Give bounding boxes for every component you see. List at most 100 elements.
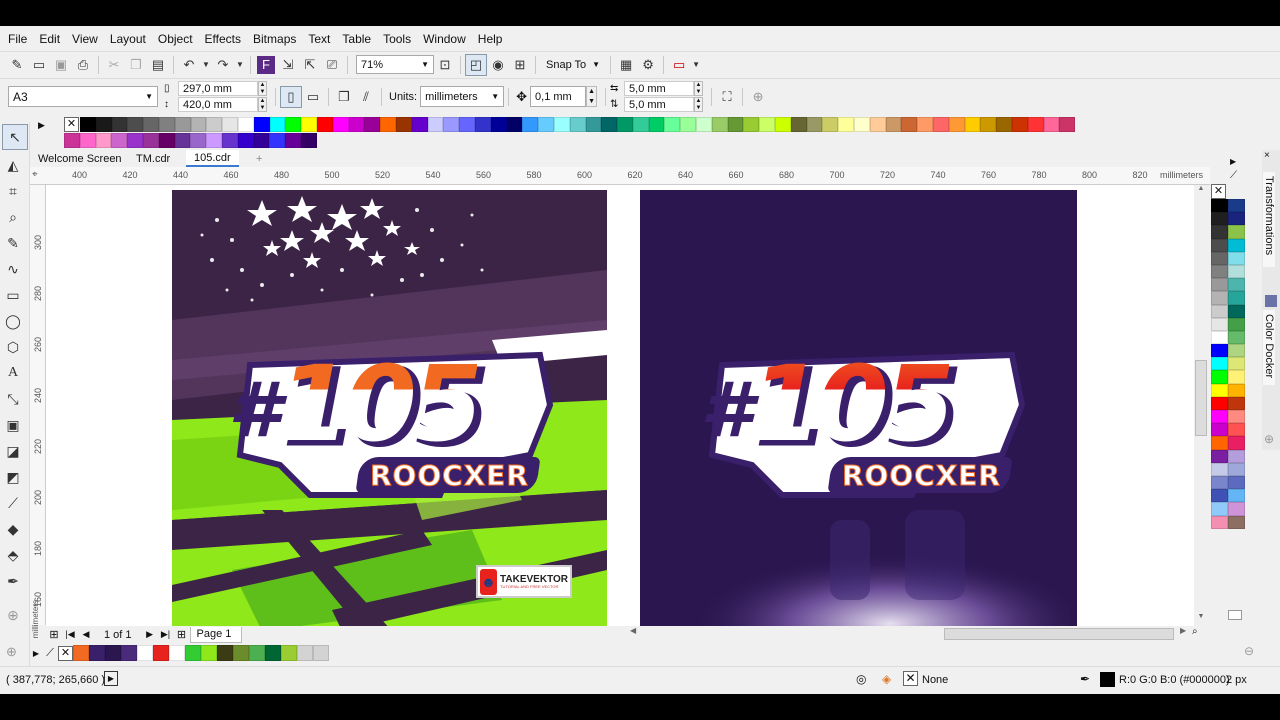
color-swatch[interactable] <box>1228 436 1245 450</box>
color-swatch[interactable] <box>443 117 460 132</box>
color-swatch[interactable] <box>1228 199 1245 213</box>
color-swatch[interactable] <box>1228 462 1245 476</box>
connector-tool-icon[interactable]: ▣ <box>0 412 26 438</box>
undo-icon[interactable]: ↶ <box>178 54 200 76</box>
no-color-swatch[interactable]: ✕ <box>64 117 79 132</box>
color-swatch[interactable] <box>206 117 223 132</box>
fill-icon[interactable]: ◈ <box>882 672 891 686</box>
color-swatch[interactable] <box>1211 423 1228 437</box>
add-page-icon[interactable]: ⊕ <box>747 86 769 108</box>
color-swatch[interactable] <box>1228 410 1245 424</box>
color-swatch[interactable] <box>1211 515 1228 529</box>
landscape-icon[interactable]: ▭ <box>302 86 324 108</box>
color-swatch[interactable] <box>459 117 475 132</box>
color-swatch[interactable] <box>964 117 981 132</box>
color-swatch[interactable] <box>1228 370 1245 384</box>
color-swatch[interactable] <box>838 117 855 132</box>
pick-tool-icon[interactable]: ↖ <box>2 124 28 150</box>
color-swatch[interactable] <box>95 133 112 148</box>
color-swatch[interactable] <box>885 117 902 132</box>
docker-tab-transformations[interactable]: Transformations <box>1263 172 1275 267</box>
no-color-swatch[interactable]: ✕ <box>58 645 73 661</box>
docker-tab-color-docker[interactable]: Color Docker <box>1263 310 1275 385</box>
new-tab-icon[interactable]: + <box>248 150 270 167</box>
next-page-icon[interactable]: ▶ <box>142 629 158 640</box>
color-swatch[interactable] <box>680 117 697 132</box>
shape-tool-icon[interactable]: ◭ <box>0 152 26 178</box>
color-swatch[interactable] <box>137 645 153 661</box>
page-width-spinner[interactable]: ▲ ▼ <box>258 81 267 96</box>
menu-item-view[interactable]: View <box>68 32 106 46</box>
color-swatch[interactable] <box>380 117 396 132</box>
color-swatch[interactable] <box>664 117 681 132</box>
interactive-fill-icon[interactable]: ◆ <box>0 516 26 542</box>
ruler-origin-icon[interactable]: ⌖ <box>32 169 38 180</box>
vertical-scroll-thumb[interactable] <box>1195 360 1207 436</box>
logo-right[interactable]: # 105 105 ROOCXER <box>692 345 1032 505</box>
vertical-scrollbar[interactable]: ▲ ▼ <box>1194 185 1208 626</box>
add-docker-icon[interactable]: ⊕ <box>1264 432 1274 446</box>
color-swatch[interactable] <box>127 133 143 148</box>
zoom-navigator-icon[interactable]: ⌕ <box>1192 626 1198 637</box>
color-swatch[interactable] <box>111 117 128 132</box>
color-swatch[interactable] <box>759 117 776 132</box>
color-swatch[interactable] <box>1211 370 1228 384</box>
color-swatch[interactable] <box>1228 475 1245 490</box>
color-swatch[interactable] <box>522 117 539 132</box>
menu-item-window[interactable]: Window <box>419 32 474 46</box>
color-swatch[interactable] <box>80 117 96 132</box>
text-tool-icon[interactable]: A <box>0 360 26 386</box>
color-swatch[interactable] <box>1043 117 1060 132</box>
color-swatch[interactable] <box>233 645 249 661</box>
color-swatch[interactable] <box>174 133 191 148</box>
duplicate-y-field[interactable]: 5,0 mm <box>624 97 695 112</box>
color-swatch[interactable] <box>297 645 313 661</box>
crop-tool-icon[interactable]: ⌗ <box>0 178 26 204</box>
eyedropper-icon[interactable]: ⟋ <box>1230 170 1237 181</box>
color-swatch[interactable] <box>201 645 217 661</box>
color-swatch[interactable] <box>1228 330 1245 345</box>
color-swatch[interactable] <box>1228 225 1245 239</box>
color-swatch[interactable] <box>1228 515 1245 529</box>
open-icon[interactable]: ▭ <box>28 54 50 76</box>
palette-scroll-thumb[interactable] <box>1228 610 1242 620</box>
color-swatch[interactable] <box>996 117 1013 132</box>
color-swatch[interactable] <box>553 117 570 132</box>
color-swatch[interactable] <box>1228 304 1245 318</box>
new-document-icon[interactable]: ✎ <box>6 54 28 76</box>
color-swatch[interactable] <box>395 117 412 132</box>
redo-icon[interactable]: ↷ <box>212 54 234 76</box>
menu-item-table[interactable]: Table <box>338 32 379 46</box>
zoom-fit-icon[interactable]: ⊡ <box>434 54 456 76</box>
show-grid-icon[interactable]: ⊞ <box>509 54 531 76</box>
drawing-canvas[interactable]: # 105 105 ROOCXER # 105 105 ROOCXER <box>46 185 1196 626</box>
color-swatch[interactable] <box>269 117 286 132</box>
color-swatch[interactable] <box>169 645 185 661</box>
logo-left[interactable]: # 105 105 ROOCXER <box>220 345 560 505</box>
color-swatch[interactable] <box>111 133 128 148</box>
color-swatch[interactable] <box>901 117 918 132</box>
scroll-down-icon[interactable]: ▼ <box>1194 613 1208 620</box>
color-swatch[interactable] <box>743 117 760 132</box>
color-swatch[interactable] <box>1211 238 1228 252</box>
color-swatch[interactable] <box>1211 317 1228 331</box>
previous-page-icon[interactable]: ◀ <box>78 629 94 640</box>
menu-item-text[interactable]: Text <box>304 32 338 46</box>
color-swatch[interactable] <box>127 117 144 132</box>
parallel-dimension-icon[interactable]: ⤡ <box>0 386 26 412</box>
color-swatch[interactable] <box>854 117 870 132</box>
color-swatch[interactable] <box>142 133 159 148</box>
color-swatch[interactable] <box>1211 502 1228 516</box>
color-swatch[interactable] <box>364 117 381 132</box>
duplicate-x-spinner[interactable]: ▲ ▼ <box>694 81 704 96</box>
last-page-icon[interactable]: ▶| <box>158 629 174 640</box>
polygon-tool-icon[interactable]: ⬡ <box>0 334 26 360</box>
palette-menu-icon[interactable]: ▶ <box>1230 157 1236 166</box>
transparency-tool-icon[interactable]: ◩ <box>0 464 26 490</box>
add-page-icon[interactable]: ⊞ <box>46 628 62 641</box>
bleed-icon[interactable]: ⛶ <box>716 86 738 108</box>
color-swatch[interactable] <box>221 133 238 148</box>
add-tool-icon[interactable]: ⊕ <box>6 644 17 660</box>
color-swatch[interactable] <box>1228 264 1245 279</box>
color-swatch[interactable] <box>696 117 712 132</box>
